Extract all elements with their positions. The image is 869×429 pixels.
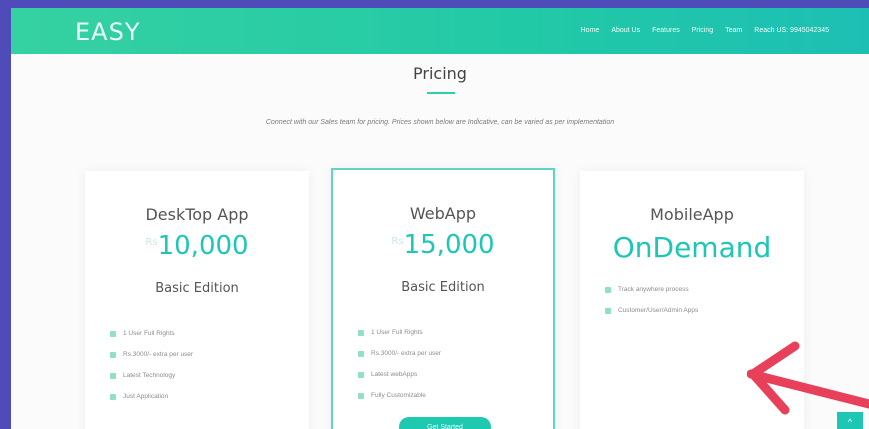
plan-edition: Basic Edition bbox=[401, 280, 485, 295]
nav-item-pricing[interactable]: Pricing bbox=[692, 27, 713, 34]
currency-symbol: Rs bbox=[391, 236, 404, 247]
plan-card-desktop: DeskTop App Rs10,000 Basic Edition 1 Use… bbox=[85, 171, 309, 429]
navbar: EASY Home About Us Features Pricing Team… bbox=[11, 8, 869, 54]
section-title: Pricing bbox=[413, 64, 467, 83]
currency-symbol: Rs bbox=[145, 237, 158, 248]
plan-price: OnDemand bbox=[580, 231, 804, 264]
check-icon bbox=[358, 392, 364, 399]
plan-name: MobileApp bbox=[650, 205, 734, 224]
logo[interactable]: EASY bbox=[75, 18, 140, 46]
plan-price: Rs15,000 bbox=[333, 230, 553, 260]
feature-item: Latest webApps bbox=[358, 364, 441, 385]
check-icon bbox=[358, 350, 364, 357]
nav-item-home[interactable]: Home bbox=[581, 27, 600, 34]
feature-list: 1 User Full Rights Rs.3000/- extra per u… bbox=[358, 322, 441, 406]
check-icon bbox=[110, 351, 116, 358]
feature-item: Customer/User/Admin Apps bbox=[605, 300, 698, 321]
price-amount: OnDemand bbox=[612, 231, 772, 264]
red-arrow-icon bbox=[747, 341, 869, 415]
plan-name: DeskTop App bbox=[145, 205, 249, 224]
plan-card-webapp: WebApp Rs15,000 Basic Edition 1 User Ful… bbox=[331, 168, 555, 429]
feature-item: Rs.3000/- extra per user bbox=[358, 343, 441, 364]
feature-item: Rs.3000/- extra per user bbox=[110, 344, 193, 365]
section-subtitle: Connect with our Sales team for pricing.… bbox=[265, 119, 615, 126]
chevron-up-icon: ^ bbox=[847, 417, 853, 427]
nav-item-about[interactable]: About Us bbox=[611, 27, 640, 34]
feature-item: Latest Technology bbox=[110, 365, 193, 386]
title-underline bbox=[427, 92, 455, 94]
plan-price: Rs10,000 bbox=[85, 231, 309, 261]
check-icon bbox=[605, 286, 611, 293]
check-icon bbox=[110, 393, 116, 400]
nav-item-features[interactable]: Features bbox=[652, 27, 680, 34]
plan-edition: Basic Edition bbox=[155, 281, 239, 296]
page: EASY Home About Us Features Pricing Team… bbox=[11, 8, 869, 429]
check-icon bbox=[358, 371, 364, 378]
get-started-button[interactable]: Get Started bbox=[399, 417, 491, 429]
feature-list: 1 User Full Rights Rs.3000/- extra per u… bbox=[110, 323, 193, 407]
price-amount: 10,000 bbox=[157, 231, 249, 261]
feature-list: Track anywhere process Customer/User/Adm… bbox=[605, 279, 698, 321]
check-icon bbox=[110, 330, 116, 337]
feature-item: Just Application bbox=[110, 386, 193, 407]
feature-item: Track anywhere process bbox=[605, 279, 698, 300]
feature-item: 1 User Full Rights bbox=[110, 323, 193, 344]
scroll-top-button[interactable]: ^ bbox=[837, 412, 863, 429]
check-icon bbox=[110, 372, 116, 379]
feature-item: 1 User Full Rights bbox=[358, 322, 441, 343]
nav-menu: Home About Us Features Pricing Team Reac… bbox=[581, 27, 829, 34]
nav-item-contact[interactable]: Reach US: 9945042345 bbox=[754, 27, 829, 34]
plan-name: WebApp bbox=[409, 204, 477, 223]
check-icon bbox=[358, 329, 364, 336]
feature-item: Fully Customizable bbox=[358, 385, 441, 406]
nav-item-team[interactable]: Team bbox=[725, 27, 742, 34]
check-icon bbox=[605, 307, 611, 314]
price-amount: 15,000 bbox=[403, 230, 495, 260]
